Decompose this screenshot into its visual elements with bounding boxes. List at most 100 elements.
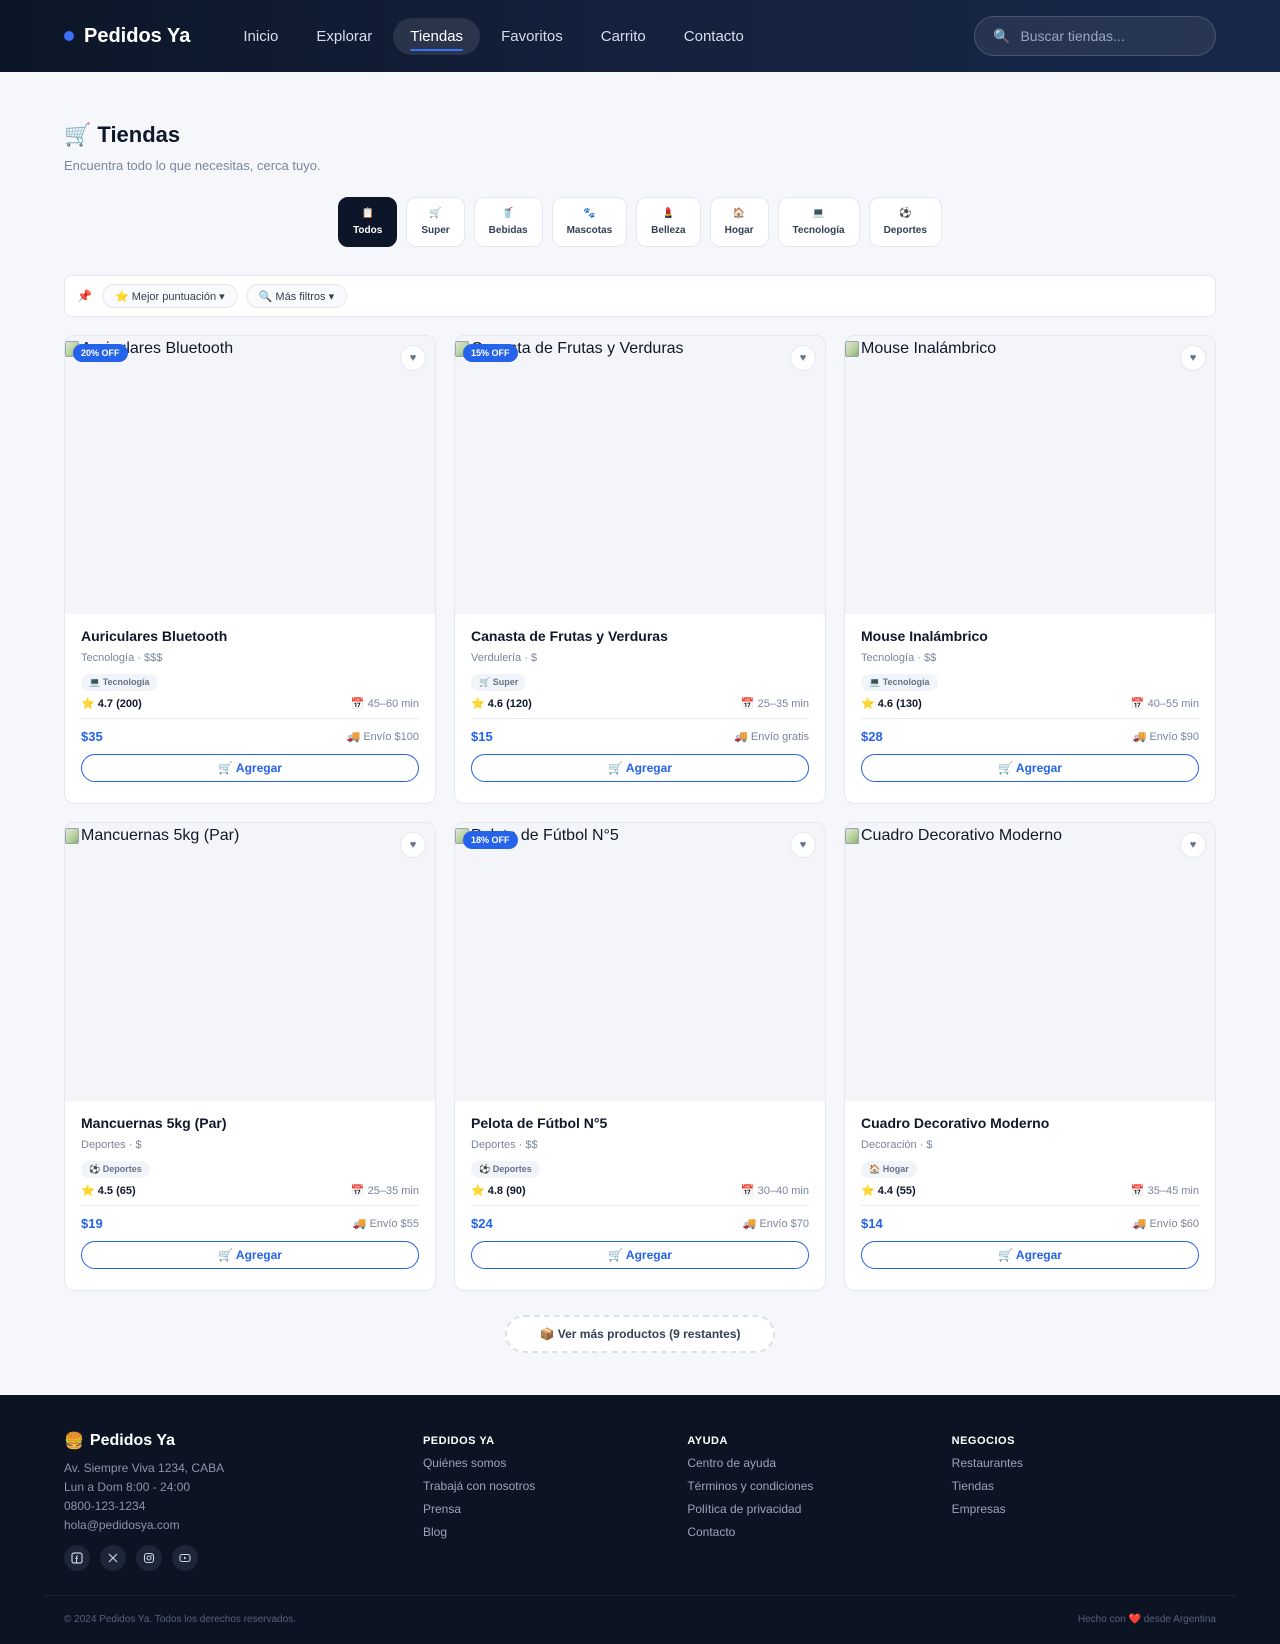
product-image[interactable]: Cuadro Decorativo Moderno ♥ [845,823,1215,1101]
product-image-alt: Mancuernas 5kg (Par) [65,827,239,845]
footer-link-privacidad[interactable]: Política de privacidad [687,1502,951,1516]
more-filters-chip[interactable]: 🔍 Más filtros ▾ [245,284,348,308]
product-card[interactable]: Mancuernas 5kg (Par) ♥ Mancuernas 5kg (Par… [64,822,436,1291]
product-card[interactable]: Auriculares Bluetooth 20% OFF ♥ Auriculares… [64,335,436,804]
footer-contact-info: Av. Siempre Viva 1234, CABA Lun a Dom 8:… [64,1459,423,1535]
footer-link-trabaja[interactable]: Trabajá con nosotros [423,1479,687,1493]
product-name[interactable]: Pelota de Fútbol N°5 [471,1115,809,1131]
footer-phone: 0800-123-1234 [64,1499,146,1513]
product-name[interactable]: Canasta de Frutas y Verduras [471,628,809,644]
footer: 🍔 Pedidos Ya Av. Siempre Viva 1234, CABA… [0,1395,1280,1644]
nav-link-favoritos[interactable]: Favoritos [484,18,580,55]
category-icon: 📋 [361,208,374,219]
footer-link-restaurantes[interactable]: Restaurantes [952,1456,1216,1470]
product-image-alt: Cuadro Decorativo Moderno [845,827,1062,845]
category-tab-belleza[interactable]: 💄 Belleza [636,197,701,247]
brand-logo[interactable]: Pedidos Ya [64,25,190,48]
broken-image-icon [845,341,859,357]
add-to-cart-button[interactable]: 🛒 Agregar [81,754,419,782]
social-links [64,1545,423,1571]
product-name[interactable]: Mouse Inalámbrico [861,628,1199,644]
product-image[interactable]: Canasta de Frutas y Verduras 15% OFF ♥ [455,336,825,614]
shipping-cost: 🚚 Envío $90 [1132,731,1199,743]
nav-link-explorar[interactable]: Explorar [299,18,389,55]
heart-icon[interactable]: ♥ [1180,832,1206,858]
sort-best-rating-chip[interactable]: ⭐ Mejor puntuación ▾ [101,284,238,308]
copyright: © 2024 Pedidos Ya. Todos los derechos re… [64,1614,296,1625]
heart-icon[interactable]: ♥ [1180,345,1206,371]
page-subtitle: Encuentra todo lo que necesitas, cerca t… [64,158,321,173]
product-image[interactable]: Mouse Inalámbrico ♥ [845,336,1215,614]
add-to-cart-button[interactable]: 🛒 Agregar [81,1241,419,1269]
footer-link-tiendas[interactable]: Tiendas [952,1479,1216,1493]
footer-link-blog[interactable]: Blog [423,1525,687,1539]
category-tab-todos[interactable]: 📋 Todos [338,197,398,247]
search-box[interactable]: 🔍 [974,16,1216,56]
facebook-icon[interactable] [64,1545,90,1571]
add-to-cart-button[interactable]: 🛒 Agregar [471,754,809,782]
product-card[interactable]: Mouse Inalámbrico ♥ Mouse Inalámbrico Tecno… [844,335,1216,804]
category-label: Hogar [724,225,754,236]
category-tab-bebidas[interactable]: 🥤 Bebidas [473,197,543,247]
heart-icon[interactable]: ♥ [790,832,816,858]
instagram-icon[interactable] [136,1545,162,1571]
delivery-time: 📅 40–55 min [1130,698,1199,710]
product-image[interactable]: Mancuernas 5kg (Par) ♥ [65,823,435,1101]
add-to-cart-button[interactable]: 🛒 Agregar [861,1241,1199,1269]
product-name[interactable]: Cuadro Decorativo Moderno [861,1115,1199,1131]
footer-link-terminos[interactable]: Términos y condiciones [687,1479,951,1493]
footer-link-quienes-somos[interactable]: Quiénes somos [423,1456,687,1470]
card-divider [471,1205,809,1206]
product-card[interactable]: Cuadro Decorativo Moderno ♥ Cuadro Decorat… [844,822,1216,1291]
add-to-cart-button[interactable]: 🛒 Agregar [861,754,1199,782]
category-label: Mascotas [566,225,613,236]
rating-row: ⭐ 4.6 (120) 📅 25–35 min [471,697,809,710]
heart-icon[interactable]: ♥ [400,832,426,858]
product-image[interactable]: Pelota de Fútbol N°5 18% OFF ♥ [455,823,825,1101]
shipping-cost: 🚚 Envío $100 [346,731,419,743]
product-name[interactable]: Mancuernas 5kg (Par) [81,1115,419,1131]
footer-link-centro-ayuda[interactable]: Centro de ayuda [687,1456,951,1470]
shipping-cost: 🚚 Envío $55 [352,1218,419,1230]
footer-email[interactable]: hola@pedidosya.com [64,1516,423,1535]
footer-link-contacto[interactable]: Contacto [687,1525,951,1539]
category-label: Tecnología [792,225,845,236]
nav-link-contacto[interactable]: Contacto [667,18,761,55]
product-name[interactable]: Auriculares Bluetooth [81,628,419,644]
youtube-icon[interactable] [172,1545,198,1571]
product-image[interactable]: Auriculares Bluetooth 20% OFF ♥ [65,336,435,614]
product-body: Mouse Inalámbrico Tecnología · $$ 💻 Tecnol… [845,614,1215,796]
burger-icon: 🍔 [64,1433,84,1450]
discount-badge: 20% OFF [73,344,128,362]
category-tag: 💻 Tecnología [861,674,938,691]
product-rating: ⭐ 4.7 (200) [81,698,142,710]
delivery-time: 📅 35–45 min [1130,1185,1199,1197]
price-row: $15 🚚 Envío gratis [471,729,809,744]
category-tab-hogar[interactable]: 🏠 Hogar [709,197,769,247]
product-card[interactable]: Pelota de Fútbol N°5 18% OFF ♥ Pelota de Fú… [454,822,826,1291]
nav-link-inicio[interactable]: Inicio [226,18,295,55]
footer-link-empresas[interactable]: Empresas [952,1502,1216,1516]
category-tab-deportes[interactable]: ⚽ Deportes [868,197,942,247]
heart-icon[interactable]: ♥ [790,345,816,371]
add-to-cart-button[interactable]: 🛒 Agregar [471,1241,809,1269]
category-tab-tecnologia[interactable]: 💻 Tecnología [777,197,860,247]
product-rating: ⭐ 4.6 (130) [861,698,922,710]
footer-link-prensa[interactable]: Prensa [423,1502,687,1516]
category-icon: 🛒 [429,208,442,219]
x-icon[interactable] [100,1545,126,1571]
load-more-button[interactable]: 📦 Ver más productos (9 restantes) [505,1315,775,1353]
product-body: Mancuernas 5kg (Par) Deportes · $ ⚽ Deport… [65,1101,435,1283]
product-card[interactable]: Canasta de Frutas y Verduras 15% OFF ♥ Cana… [454,335,826,804]
rating-row: ⭐ 4.6 (130) 📅 40–55 min [861,697,1199,710]
category-tab-mascotas[interactable]: 🐾 Mascotas [551,197,628,247]
category-tab-super[interactable]: 🛒 Super [406,197,465,247]
search-input[interactable] [1020,28,1191,44]
main-content: 🛒 Tiendas Encuentra todo lo que necesita… [0,72,1280,1353]
product-grid: Auriculares Bluetooth 20% OFF ♥ Auriculares… [64,335,1216,1291]
product-body: Auriculares Bluetooth Tecnología · $$$ 💻 T… [65,614,435,796]
nav-link-carrito[interactable]: Carrito [584,18,663,55]
nav-link-tiendas[interactable]: Tiendas [393,17,481,55]
heart-icon[interactable]: ♥ [400,345,426,371]
category-icon: 💻 [812,208,825,219]
